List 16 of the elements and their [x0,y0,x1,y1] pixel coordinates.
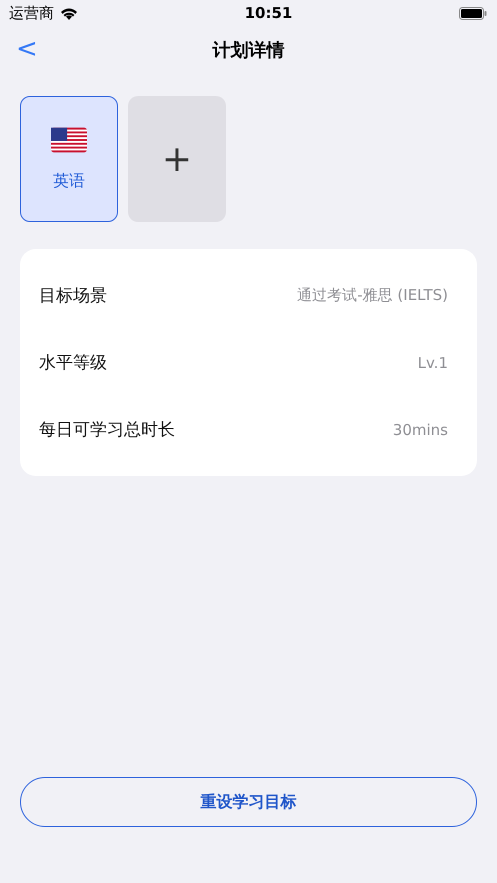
back-button[interactable]: < [12,34,42,64]
detail-label: 目标场景 [39,285,107,307]
flag-icon [51,126,87,152]
wifi-icon [60,6,78,20]
clock-time: 10:51 [244,4,292,22]
carrier-name: 运营商 [9,4,54,22]
detail-label: 每日可学习总时长 [39,419,175,441]
add-language-button[interactable]: + [128,96,226,222]
detail-value: 30mins [392,420,448,438]
language-card[interactable]: 英语 [20,96,118,222]
detail-label: 水平等级 [39,352,107,374]
reset-goal-button[interactable]: 重设学习目标 [20,777,477,827]
page-title: 计划详情 [212,39,284,62]
battery-icon [459,6,487,20]
detail-value: Lv.1 [418,354,448,372]
detail-value: 通过考试-雅思 (IELTS) [297,286,448,305]
